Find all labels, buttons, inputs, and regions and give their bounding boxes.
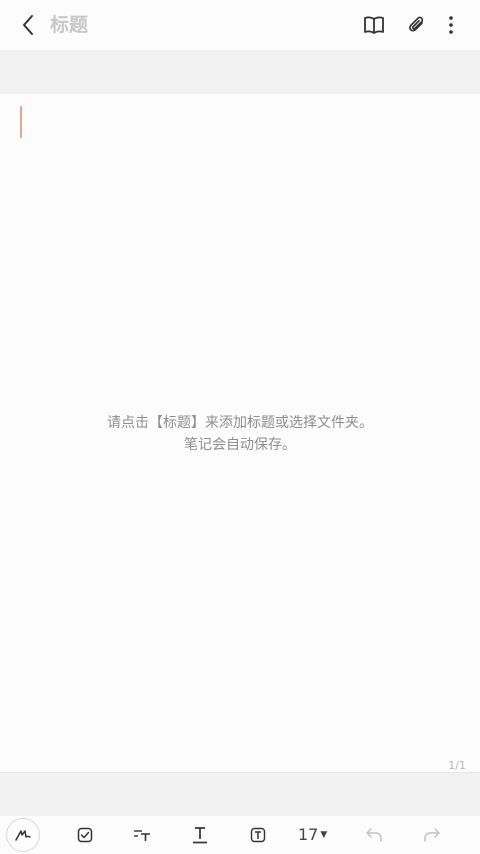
paperclip-icon bbox=[409, 16, 424, 32]
undo-button[interactable] bbox=[359, 820, 389, 850]
text-box-icon bbox=[250, 827, 266, 843]
redo-icon bbox=[424, 828, 440, 842]
checkbox-icon bbox=[77, 827, 93, 843]
text-box-button[interactable] bbox=[243, 820, 273, 850]
font-size-value: 17 bbox=[298, 825, 319, 844]
redo-button[interactable] bbox=[417, 820, 447, 850]
more-vert-icon bbox=[449, 16, 453, 34]
text-format-button[interactable] bbox=[185, 820, 215, 850]
note-title-placeholder[interactable]: 标题 bbox=[50, 12, 88, 38]
text-underline-icon bbox=[193, 827, 207, 844]
checklist-button[interactable] bbox=[70, 820, 100, 850]
empty-note-hint: 请点击【标题】来添加标题或选择文件夹。 笔记会自动保存。 bbox=[0, 412, 480, 456]
book-icon bbox=[364, 16, 384, 34]
handwriting-pen-icon bbox=[15, 830, 31, 841]
handwriting-button[interactable] bbox=[6, 818, 40, 852]
hint-line-2: 笔记会自动保存。 bbox=[184, 437, 296, 453]
paragraph-style-button[interactable] bbox=[127, 820, 157, 850]
top-app-bar: 标题 bbox=[0, 0, 480, 50]
note-body-editor[interactable]: 请点击【标题】来添加标题或选择文件夹。 笔记会自动保存。 1/1 bbox=[0, 94, 480, 772]
back-arrow-icon bbox=[23, 15, 33, 35]
attach-button[interactable] bbox=[404, 12, 430, 38]
hint-line-1: 请点击【标题】来添加标题或选择文件夹。 bbox=[107, 415, 373, 431]
reading-mode-button[interactable] bbox=[361, 12, 387, 38]
note-editor-screen: 标题 请点击【标题】来添加标题或选择文件夹。 笔记会自动保存。 1/1 17 ▼ bbox=[0, 0, 480, 854]
text-cursor bbox=[20, 106, 22, 138]
paragraph-style-icon bbox=[134, 830, 150, 841]
dropdown-caret-icon: ▼ bbox=[320, 830, 328, 840]
page-indicator: 1/1 bbox=[448, 759, 466, 772]
font-size-selector[interactable]: 17 ▼ bbox=[298, 820, 327, 850]
formatting-toolbar: 17 ▼ bbox=[0, 816, 480, 854]
more-options-button[interactable] bbox=[438, 12, 464, 38]
folder-tag-strip[interactable] bbox=[0, 50, 480, 94]
bottom-strip bbox=[0, 772, 480, 816]
undo-icon bbox=[366, 828, 382, 842]
back-button[interactable] bbox=[14, 11, 42, 39]
